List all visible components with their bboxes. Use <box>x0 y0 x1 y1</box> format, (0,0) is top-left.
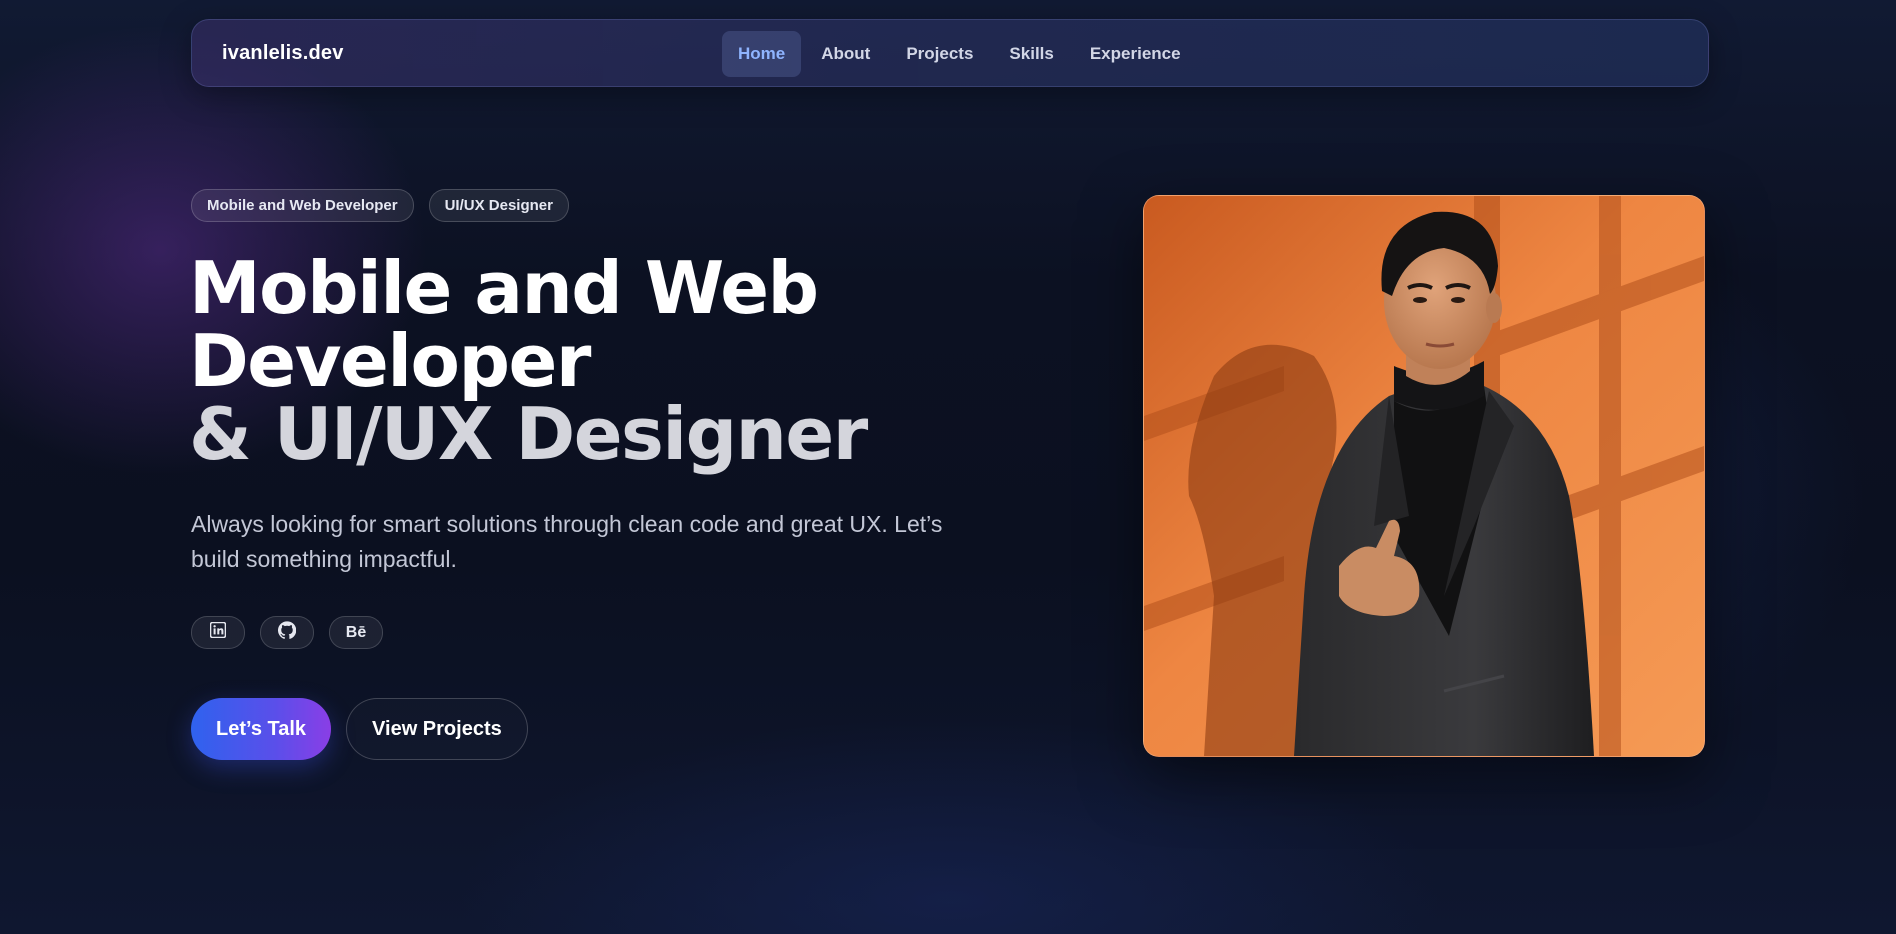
headline-line-3: & UI/UX Designer <box>189 392 868 476</box>
nav-links: Home About Projects Skills Experience <box>722 31 1197 77</box>
nav-link-skills[interactable]: Skills <box>993 31 1069 77</box>
top-navbar: ivanlelis.dev Home About Projects Skills… <box>191 19 1709 87</box>
nav-link-projects[interactable]: Projects <box>890 31 989 77</box>
behance-link[interactable]: Bē <box>329 616 383 649</box>
headline-line-2: Developer <box>189 319 591 403</box>
site-logo[interactable]: ivanlelis.dev <box>222 42 344 65</box>
hero-headline: Mobile and Web Developer & UI/UX Designe… <box>189 246 868 476</box>
linkedin-link[interactable] <box>191 616 245 649</box>
hero-subtitle: Always looking for smart solutions throu… <box>191 511 943 572</box>
role-tag-developer: Mobile and Web Developer <box>191 189 414 222</box>
role-tag-designer: UI/UX Designer <box>428 189 569 222</box>
view-projects-button[interactable]: View Projects <box>346 698 528 760</box>
behance-icon: Bē <box>345 623 367 641</box>
github-icon <box>277 621 297 644</box>
github-link[interactable] <box>260 616 314 649</box>
social-links: Bē <box>191 616 383 649</box>
lets-talk-button[interactable]: Let’s Talk <box>191 698 332 760</box>
role-tags: Mobile and Web Developer UI/UX Designer <box>191 189 569 222</box>
nav-link-experience[interactable]: Experience <box>1074 31 1197 77</box>
profile-photo <box>1143 195 1705 757</box>
nav-link-home[interactable]: Home <box>722 31 802 77</box>
headline-line-1: Mobile and Web <box>189 246 819 330</box>
linkedin-icon <box>209 621 227 643</box>
nav-link-about[interactable]: About <box>805 31 886 77</box>
cta-buttons: Let’s Talk View Projects <box>191 698 528 760</box>
